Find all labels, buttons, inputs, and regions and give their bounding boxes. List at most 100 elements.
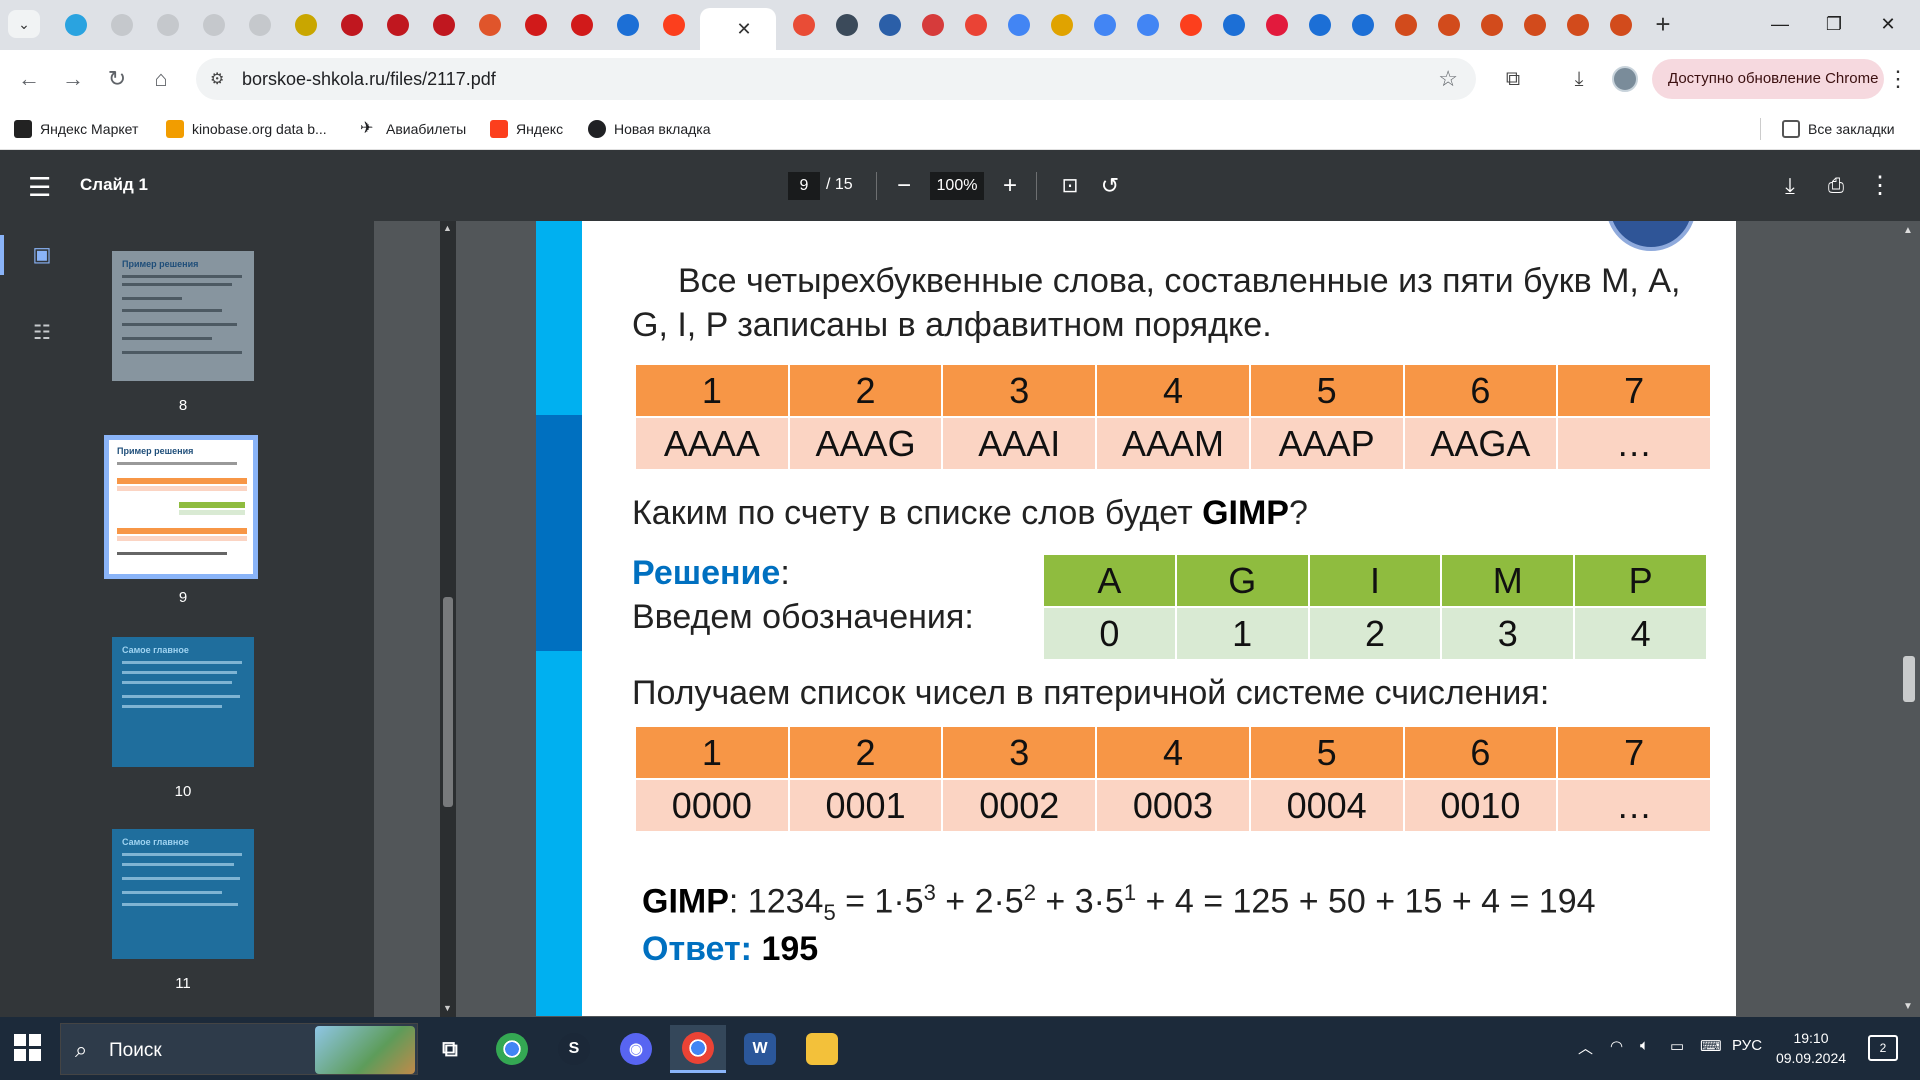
hamburger-menu-icon[interactable]: ☰ [28, 172, 51, 203]
site-tab-11[interactable] [562, 8, 602, 42]
zoom-out-icon[interactable]: − [888, 170, 920, 202]
site-tab-13[interactable] [784, 8, 824, 42]
yandex-tab-2[interactable] [1171, 8, 1211, 42]
print-icon[interactable]: ⎙ [1820, 170, 1852, 202]
site-tab-9[interactable] [470, 8, 510, 42]
bookmark-star-icon[interactable]: ☆ [1438, 66, 1458, 92]
site-tab-17[interactable] [1042, 8, 1082, 42]
address-bar[interactable]: ⚙ borskoe-shkola.ru/files/2117.pdf ☆ [196, 58, 1476, 100]
bookmark-aviabilety[interactable]: ✈ Авиабилеты [360, 118, 466, 140]
site-tab-3[interactable] [194, 8, 234, 42]
thumbnail-page-10[interactable]: Самое главное [112, 637, 254, 767]
scroll-down-icon[interactable]: ▼ [443, 1003, 452, 1013]
site-tab-26[interactable] [1515, 8, 1555, 42]
bookmark-new-tab[interactable]: Новая вкладка [588, 118, 711, 140]
windows-start-icon[interactable] [14, 1034, 42, 1062]
site-tab-19[interactable] [1214, 8, 1254, 42]
outline-view-icon[interactable]: ☷ [22, 313, 62, 353]
site-tab-18[interactable] [1085, 8, 1125, 42]
site-tab-16[interactable] [913, 8, 953, 42]
minimize-icon[interactable]: — [1750, 6, 1810, 42]
site-tab-10[interactable] [516, 8, 556, 42]
thumbnail-page-9[interactable]: Пример решения [104, 435, 258, 579]
chrome-active-taskbar-icon[interactable] [670, 1025, 726, 1073]
site-tab-15[interactable] [870, 8, 910, 42]
zoom-in-icon[interactable]: + [994, 170, 1026, 202]
maximize-icon[interactable]: ❐ [1804, 6, 1864, 42]
bookmark-yandex-market[interactable]: Яндекс Маркет [14, 118, 138, 140]
fit-page-icon[interactable]: ⊡ [1054, 170, 1086, 202]
profile-avatar[interactable] [1612, 66, 1638, 92]
new-tab-button[interactable]: + [1648, 10, 1678, 40]
site-tab-27[interactable] [1558, 8, 1598, 42]
close-window-icon[interactable]: ✕ [1858, 6, 1918, 42]
rotate-icon[interactable]: ↺ [1094, 170, 1126, 202]
site-tab-21[interactable] [1300, 8, 1340, 42]
scroll-up-icon[interactable]: ▲ [1903, 225, 1913, 236]
site-tab-6[interactable] [332, 8, 372, 42]
site-tab-5[interactable] [286, 8, 326, 42]
forward-arrow-icon[interactable]: → [56, 62, 90, 96]
thumbnail-page-8[interactable]: Пример решения [112, 251, 254, 381]
site-tab-1[interactable] [102, 8, 142, 42]
site-tab-25[interactable] [1472, 8, 1512, 42]
url-text[interactable]: borskoe-shkola.ru/files/2117.pdf [242, 69, 496, 90]
bookmark-kinobase[interactable]: kinobase.org data b... [166, 118, 327, 140]
bookmark-yandex[interactable]: Яндекс [490, 118, 563, 140]
site-tab-7[interactable] [378, 8, 418, 42]
yandex-tab[interactable] [654, 8, 694, 42]
back-arrow-icon[interactable]: ← [12, 62, 46, 96]
battery-icon[interactable]: ▭ [1670, 1037, 1684, 1055]
page-number-input[interactable]: 9 [788, 172, 820, 200]
site-tab-4[interactable] [240, 8, 280, 42]
language-indicator[interactable]: РУС [1732, 1037, 1762, 1054]
thumbnail-page-11[interactable]: Самое главное [112, 829, 254, 959]
scroll-down-icon[interactable]: ▼ [1903, 1001, 1913, 1012]
volume-icon[interactable]: 🔈︎ [1640, 1037, 1649, 1054]
site-tab-20[interactable] [1257, 8, 1297, 42]
site-tab-14[interactable] [827, 8, 867, 42]
site-tab-22[interactable] [1343, 8, 1383, 42]
pdf-more-icon[interactable]: ⋮ [1864, 170, 1896, 202]
home-icon[interactable]: ⌂ [144, 62, 178, 96]
task-view-icon[interactable]: ⧉ [422, 1025, 478, 1073]
site-info-icon[interactable]: ⚙ [210, 69, 230, 89]
chrome-taskbar-icon[interactable] [484, 1025, 540, 1073]
chrome-update-button[interactable]: Доступно обновление Chrome [1652, 59, 1884, 99]
steam-taskbar-icon[interactable]: S [546, 1025, 602, 1073]
site-tab-8[interactable] [424, 8, 464, 42]
thumbnail-scrollbar[interactable]: ▲ ▼ [440, 221, 456, 1017]
site-tab-12[interactable] [608, 8, 648, 42]
scroll-up-icon[interactable]: ▲ [443, 223, 452, 233]
thumbnails-view-icon[interactable]: ▣ [22, 235, 62, 275]
google-tab-1[interactable] [999, 8, 1039, 42]
zoom-level-input[interactable]: 100% [930, 172, 984, 200]
site-tab-28[interactable] [1601, 8, 1641, 42]
close-tab-icon[interactable]: ✕ [736, 19, 751, 40]
taskbar-clock[interactable]: 19:10 09.09.2024 [1766, 1028, 1856, 1068]
page-scroll-thumb[interactable] [1903, 656, 1915, 702]
file-explorer-taskbar-icon[interactable] [794, 1025, 850, 1073]
notification-center-icon[interactable]: 2 [1868, 1035, 1898, 1061]
word-taskbar-icon[interactable]: W [732, 1025, 788, 1073]
extensions-icon[interactable]: ⧉ [1498, 64, 1528, 94]
download-icon[interactable]: ⤓ [1774, 170, 1806, 202]
all-bookmarks-button[interactable]: Все закладки [1782, 118, 1895, 140]
tab-active-pdf[interactable]: ✕ [700, 8, 776, 50]
telegram-tab[interactable] [56, 8, 96, 42]
site-tab-24[interactable] [1429, 8, 1469, 42]
tab-search-chevron-icon[interactable]: ⌄ [8, 10, 40, 38]
thumbnail-scroll-thumb[interactable] [443, 597, 453, 807]
reload-icon[interactable]: ↻ [100, 62, 134, 96]
tray-expand-icon[interactable]: ︿ [1578, 1037, 1593, 1058]
keyboard-icon[interactable]: ⌨ [1700, 1037, 1722, 1055]
google-tab-2[interactable] [1128, 8, 1168, 42]
gmail-tab[interactable] [956, 8, 996, 42]
taskbar-search[interactable]: ⌕ Поиск [60, 1023, 418, 1075]
discord-taskbar-icon[interactable]: ◉ [608, 1025, 664, 1073]
chrome-menu-icon[interactable]: ⋮ [1886, 62, 1910, 96]
site-tab-23[interactable] [1386, 8, 1426, 42]
downloads-icon[interactable]: ⤓ [1564, 64, 1594, 94]
page-scrollbar[interactable]: ▲ ▼ [1898, 221, 1920, 1017]
site-tab-2[interactable] [148, 8, 188, 42]
